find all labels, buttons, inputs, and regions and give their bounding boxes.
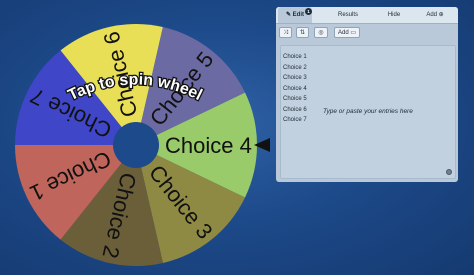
entries-placeholder: Type or paste your entries here	[323, 108, 413, 115]
entry-line: Choice 2	[283, 64, 307, 71]
entry-line: Choice 7	[283, 117, 307, 123]
entry-line: Choice 6	[283, 106, 307, 113]
edit-count-badge: 1	[305, 8, 312, 15]
wheel-segment-label: Choice 4	[165, 133, 252, 158]
entry-line: Choice 1	[283, 54, 307, 60]
tab-edit[interactable]: ✎ Edit 1	[278, 7, 312, 23]
wheel-hub[interactable]	[113, 122, 159, 168]
entries-panel: ✎ Edit 1 Results Hide Add ⊕ ⤨ ⇅ ◎ Add ▭ …	[276, 7, 458, 182]
sort-icon[interactable]: ⇅	[296, 27, 309, 38]
panel-tabs: ✎ Edit 1 Results Hide Add ⊕	[276, 7, 458, 24]
entry-line: Choice 3	[283, 75, 307, 81]
entry-line: Choice 4	[283, 85, 307, 92]
shuffle-icon[interactable]: ⤨	[279, 27, 292, 38]
entry-line: Choice 5	[283, 96, 307, 102]
entries-textarea[interactable]: Choice 1 Choice 2 Choice 3 Choice 4 Choi…	[280, 45, 456, 179]
tab-results[interactable]: Results	[328, 7, 368, 23]
add-image-button[interactable]: Add ▭	[334, 27, 360, 38]
settings-icon[interactable]	[446, 169, 452, 175]
tab-add[interactable]: Add ⊕	[418, 7, 452, 23]
tab-edit-label: ✎ Edit	[285, 12, 305, 18]
image-icon[interactable]: ◎	[314, 27, 328, 38]
tab-hide[interactable]: Hide	[380, 7, 408, 23]
